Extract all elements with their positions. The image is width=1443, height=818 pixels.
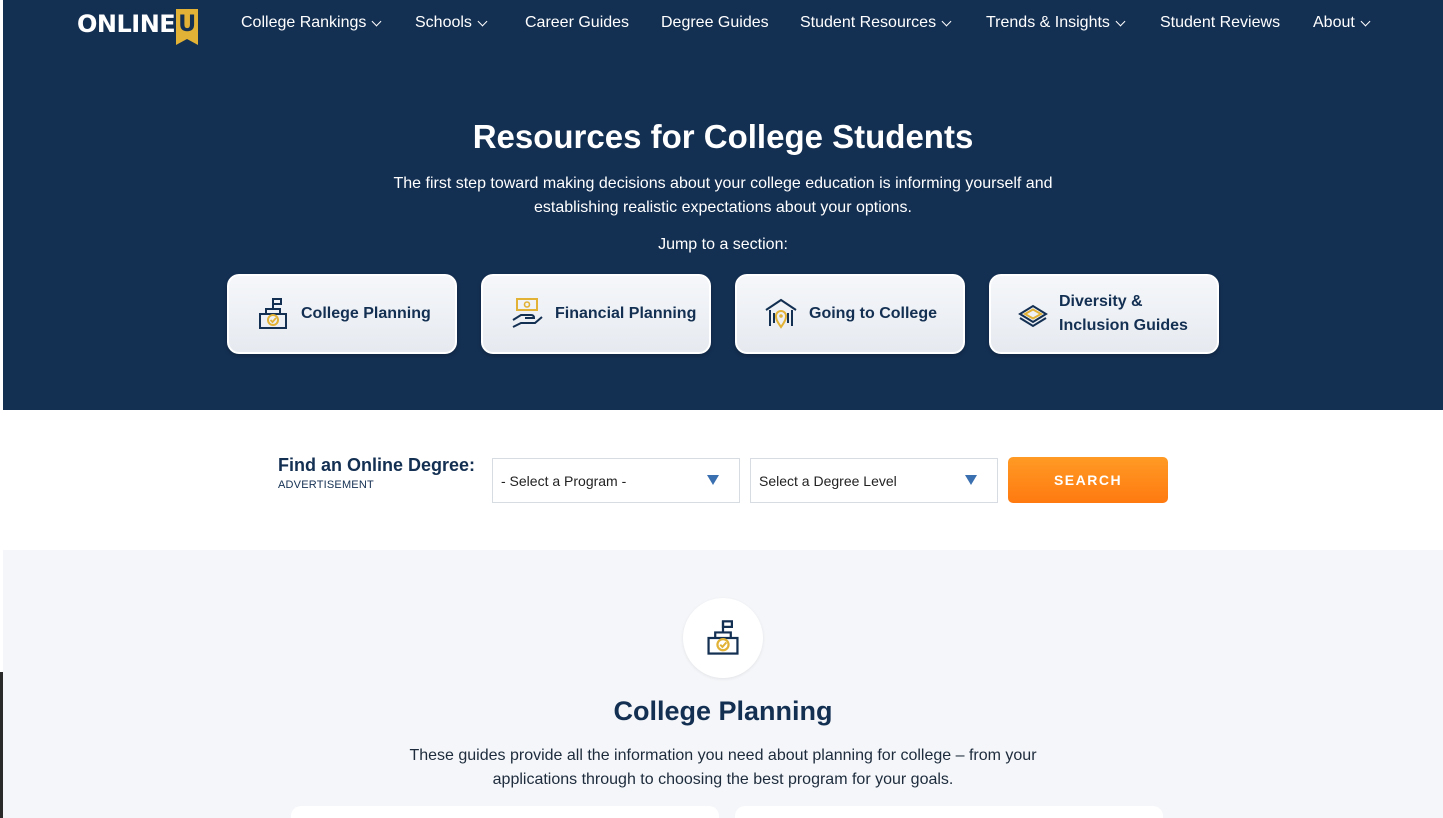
jump-label: Jump to a section: [658,236,788,253]
nav-label: Schools [415,14,472,31]
chevron-down-icon [1115,16,1126,26]
finder-title: Find an Online Degree: [278,455,476,475]
money-hand-icon [512,298,543,328]
nav-label: Student Resources [800,14,937,31]
logo-u-letter: U [178,11,197,37]
site-logo[interactable]: ONLINE U [77,8,199,45]
jump-card-label: College Planning [301,305,431,322]
chevron-down-icon [477,16,488,26]
college-planning-badge [683,598,763,678]
program-select-value: - Select a Program - [501,472,627,489]
logo-u-badge: U [176,9,199,45]
nav-label: Student Reviews [1160,14,1281,31]
hero-subtitle: The first step toward making decisions a… [393,175,1053,216]
page-title: Resources for College Students [472,118,974,155]
top-nav: ONLINE U College Rankings Schools Career… [3,0,1443,48]
jump-going-to-college[interactable]: Going to College [735,274,965,354]
guide-card[interactable] [291,806,719,818]
nav-label: Trends & Insights [986,14,1110,31]
chevron-down-icon [941,16,952,26]
section-title: College Planning [613,696,833,726]
caret-down-icon [707,475,719,485]
nav-college-rankings[interactable]: College Rankings [241,14,382,32]
guide-card[interactable] [735,806,1163,818]
nav-about[interactable]: About [1313,14,1371,32]
jump-card-label-line2: Inclusion Guides [1059,317,1188,334]
degree-level-select-value: Select a Degree Level [759,472,897,489]
nav-label: College Rankings [241,14,367,31]
chevron-down-icon [1360,16,1371,26]
layers-icon [1018,304,1048,328]
nav-degree-guides[interactable]: Degree Guides [661,14,769,32]
nav-label: Degree Guides [661,14,769,31]
jump-card-label: Diversity & Inclusion Guides [1059,290,1188,338]
program-select[interactable]: - Select a Program - [492,458,740,503]
jump-financial-planning[interactable]: Financial Planning [481,274,711,354]
jump-diversity-inclusion[interactable]: Diversity & Inclusion Guides [989,274,1219,354]
nav-schools[interactable]: Schools [415,14,488,32]
nav-label: About [1313,14,1355,31]
jump-card-label: Financial Planning [555,305,697,322]
logo-text: ONLINE [77,10,176,38]
edge-strip [0,672,3,818]
jump-college-planning[interactable]: College Planning [227,274,457,354]
advertisement-label: ADVERTISEMENT [278,479,374,491]
nav-trends-insights[interactable]: Trends & Insights [986,14,1126,32]
school-icon [707,620,739,655]
nav-career-guides[interactable]: Career Guides [525,14,629,32]
chevron-down-icon [371,16,382,26]
school-icon [259,298,287,329]
page: ONLINE U College Rankings Schools Career… [0,0,1443,818]
college-planning-section: College Planning These guides provide al… [3,550,1443,818]
caret-down-icon [965,475,977,485]
hero-section: ONLINE U College Rankings Schools Career… [3,0,1443,410]
campus-pin-icon [765,298,797,329]
degree-level-select[interactable]: Select a Degree Level [750,458,998,503]
jump-card-label-line1: Diversity & [1059,293,1143,310]
search-button[interactable]: SEARCH [1008,457,1168,503]
nav-student-reviews[interactable]: Student Reviews [1160,14,1280,32]
section-description: These guides provide all the information… [409,747,1037,788]
nav-label: Career Guides [525,14,630,31]
jump-card-label: Going to College [809,305,937,322]
nav-student-resources[interactable]: Student Resources [800,14,952,32]
